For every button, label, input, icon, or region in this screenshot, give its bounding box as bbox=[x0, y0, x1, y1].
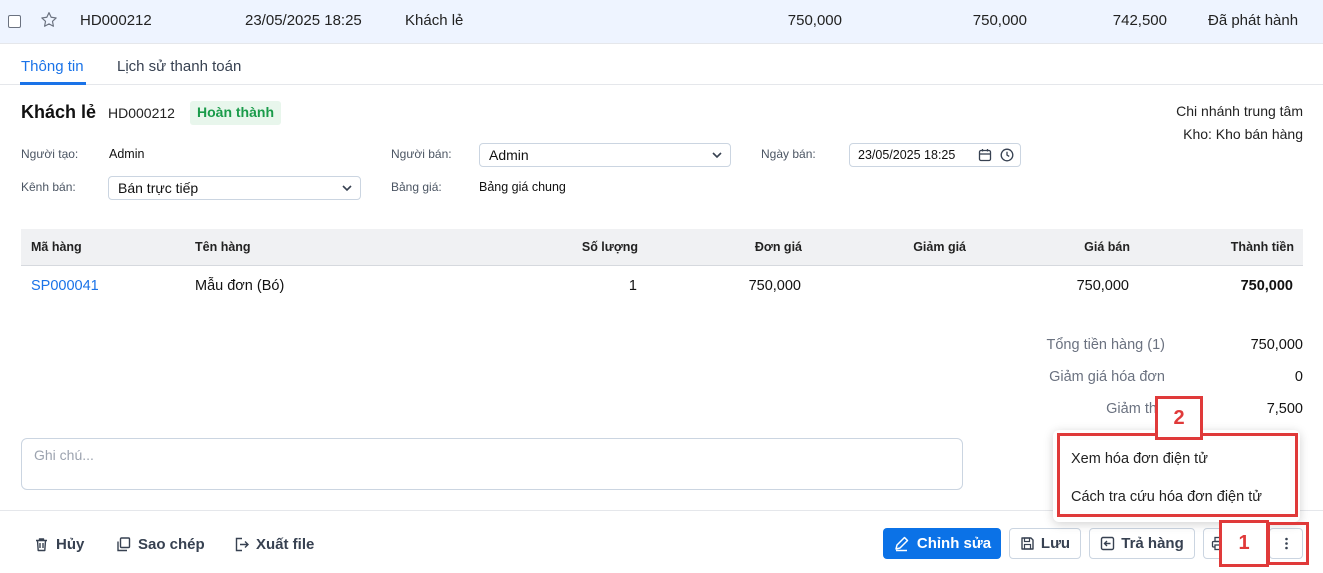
col-header-quantity: Số lượng bbox=[581, 240, 638, 254]
row-status: Đã phát hành bbox=[1208, 12, 1299, 29]
return-button[interactable]: Trả hàng bbox=[1089, 528, 1195, 559]
row-amount-paid: 742,500 bbox=[1112, 12, 1167, 29]
cancel-button[interactable]: Hủy bbox=[33, 533, 84, 555]
edit-label: Chỉnh sửa bbox=[916, 535, 992, 552]
items-table-header: Mã hàng Tên hàng Số lượng Đơn giá Giảm g… bbox=[21, 229, 1303, 266]
export-icon bbox=[235, 537, 249, 551]
pricelist-value: Bảng giá chung bbox=[479, 180, 566, 194]
summary-discount-value: 0 bbox=[1294, 369, 1303, 385]
export-label: Xuất file bbox=[256, 535, 315, 553]
col-header-unit-price: Đơn giá bbox=[754, 240, 802, 254]
col-header-name: Tên hàng bbox=[195, 240, 251, 254]
creator-label: Người tạo: bbox=[21, 147, 79, 161]
item-line-total: 750,000 bbox=[1240, 278, 1293, 294]
col-header-discount: Giảm giá bbox=[913, 240, 966, 254]
item-unit-price: 750,000 bbox=[748, 278, 801, 294]
channel-select-value: Bán trực tiếp bbox=[118, 180, 199, 196]
sale-date-value: 23/05/2025 18:25 bbox=[858, 148, 956, 162]
pencil-icon bbox=[895, 536, 909, 552]
customer-name: Khách lẻ bbox=[21, 102, 97, 122]
date-label: Ngày bán: bbox=[761, 147, 816, 161]
tab-info[interactable]: Thông tin bbox=[21, 58, 84, 75]
cancel-label: Hủy bbox=[56, 535, 85, 553]
summary-discount-label: Giảm giá hóa đơn bbox=[1049, 369, 1165, 385]
item-name: Mẫu đơn (Bó) bbox=[195, 278, 285, 294]
summary-tax-value: 7,500 bbox=[1266, 401, 1303, 417]
seller-select-value: Admin bbox=[489, 147, 529, 163]
note-placeholder: Ghi chú... bbox=[34, 447, 94, 463]
detail-tabs: Thông tin Lịch sử thanh toán bbox=[0, 44, 1323, 85]
invoice-code: HD000212 bbox=[108, 105, 175, 121]
col-header-sale-price: Giá bán bbox=[1084, 240, 1130, 254]
seller-label: Người bán: bbox=[391, 147, 452, 161]
invoice-list-row[interactable]: HD000212 23/05/2025 18:25 Khách lẻ 750,0… bbox=[0, 0, 1323, 44]
creator-value: Admin bbox=[109, 147, 145, 161]
active-tab-indicator bbox=[20, 82, 86, 85]
save-icon bbox=[1021, 537, 1034, 550]
seller-select[interactable]: Admin bbox=[479, 143, 731, 167]
item-quantity: 1 bbox=[628, 278, 637, 294]
annotation-box-menu bbox=[1057, 433, 1298, 517]
annotation-marker-1: 1 bbox=[1219, 520, 1269, 567]
row-amount-total: 750,000 bbox=[787, 12, 842, 29]
save-button[interactable]: Lưu bbox=[1009, 528, 1081, 559]
summary-total-label: Tổng tiền hàng (1) bbox=[1046, 337, 1166, 353]
copy-icon bbox=[117, 536, 131, 551]
annotation-marker-2: 2 bbox=[1155, 396, 1203, 440]
tab-payment-history[interactable]: Lịch sử thanh toán bbox=[117, 58, 241, 75]
status-badge: Hoàn thành bbox=[190, 101, 281, 125]
return-icon bbox=[1101, 536, 1115, 551]
chevron-down-icon bbox=[712, 152, 722, 159]
row-customer: Khách lẻ bbox=[405, 12, 464, 29]
row-amount-after-discount: 750,000 bbox=[972, 12, 1027, 29]
calendar-icon[interactable] bbox=[978, 148, 992, 162]
edit-button[interactable]: Chỉnh sửa bbox=[883, 528, 1001, 559]
item-code-link[interactable]: SP000041 bbox=[31, 278, 99, 294]
return-label: Trả hàng bbox=[1121, 535, 1184, 552]
clock-icon[interactable] bbox=[1000, 148, 1014, 162]
row-checkbox[interactable] bbox=[8, 15, 21, 28]
row-invoice-code: HD000212 bbox=[80, 12, 152, 29]
sale-date-input[interactable]: 23/05/2025 18:25 bbox=[849, 143, 1021, 167]
copy-label: Sao chép bbox=[138, 535, 205, 553]
summary-total-value: 750,000 bbox=[1250, 337, 1303, 353]
col-header-code: Mã hàng bbox=[31, 240, 82, 254]
row-datetime: 23/05/2025 18:25 bbox=[245, 12, 362, 29]
export-file-button[interactable]: Xuất file bbox=[233, 533, 314, 555]
chevron-down-icon bbox=[342, 185, 352, 192]
copy-button[interactable]: Sao chép bbox=[115, 533, 205, 555]
star-icon[interactable] bbox=[39, 10, 59, 30]
item-sale-price: 750,000 bbox=[1076, 278, 1129, 294]
note-textarea[interactable]: Ghi chú... bbox=[21, 438, 963, 490]
trash-icon bbox=[36, 537, 47, 551]
branch-name: Chi nhánh trung tâm bbox=[1176, 103, 1303, 119]
channel-label: Kênh bán: bbox=[21, 180, 76, 194]
store-name: Kho: Kho bán hàng bbox=[1183, 126, 1303, 142]
save-label: Lưu bbox=[1040, 535, 1071, 552]
col-header-line-total: Thành tiền bbox=[1230, 240, 1294, 254]
channel-select[interactable]: Bán trực tiếp bbox=[108, 176, 361, 200]
pricelist-label: Bảng giá: bbox=[391, 180, 442, 194]
annotation-box-more-button bbox=[1267, 522, 1309, 565]
